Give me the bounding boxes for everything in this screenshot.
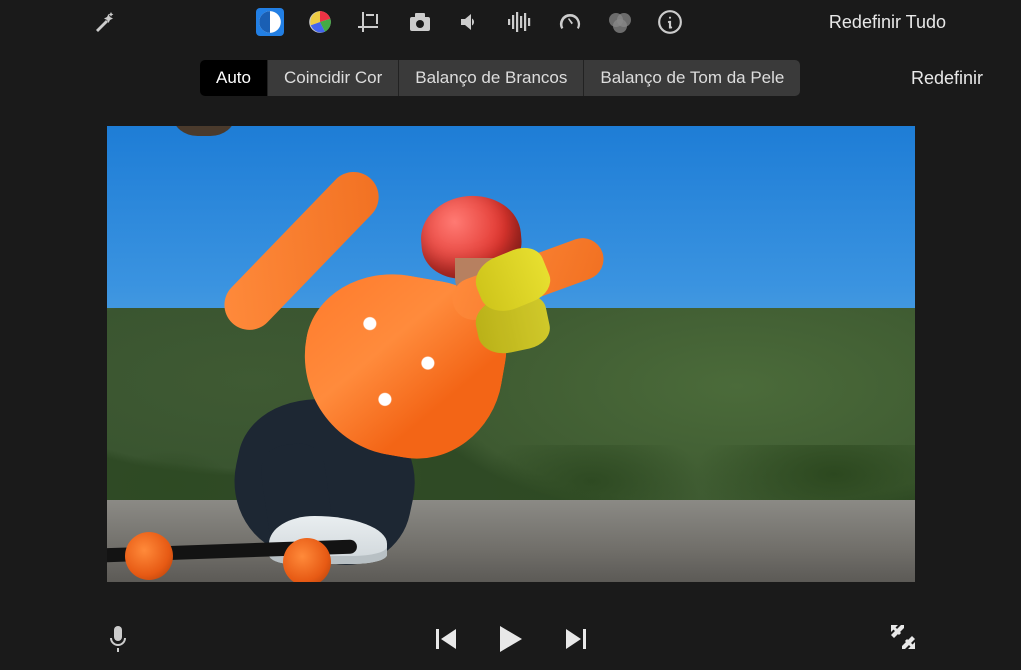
color-correction-icon[interactable] <box>306 8 334 36</box>
color-balance-icon[interactable] <box>256 8 284 36</box>
tool-icons-group <box>256 8 684 36</box>
tab-skin-tone-balance[interactable]: Balanço de Tom da Pele <box>584 60 800 96</box>
tab-auto[interactable]: Auto <box>200 60 268 96</box>
scene-wheel-back <box>283 538 331 582</box>
transport-controls <box>436 624 586 654</box>
fullscreen-icon[interactable] <box>889 623 917 656</box>
volume-icon[interactable] <box>456 8 484 36</box>
scene-ground <box>107 500 915 582</box>
stabilize-icon[interactable] <box>406 8 434 36</box>
crop-icon[interactable] <box>356 8 384 36</box>
preview-container <box>0 126 1021 582</box>
scene-wheel-front <box>125 532 173 580</box>
next-edit-button[interactable] <box>564 627 586 651</box>
tab-match-color[interactable]: Coincidir Cor <box>268 60 399 96</box>
adjustments-toolbar: Redefinir Tudo <box>0 0 1021 44</box>
play-button[interactable] <box>498 624 524 654</box>
info-icon[interactable] <box>656 8 684 36</box>
color-mode-segmented: Auto Coincidir Cor Balanço de Brancos Ba… <box>200 60 800 96</box>
playback-toolbar <box>0 608 1021 670</box>
video-preview[interactable] <box>107 126 915 582</box>
magic-wand-icon[interactable] <box>90 8 118 36</box>
noise-reduction-icon[interactable] <box>506 8 534 36</box>
previous-edit-button[interactable] <box>436 627 458 651</box>
reset-button[interactable]: Redefinir <box>911 68 1021 89</box>
filters-icon[interactable] <box>606 8 634 36</box>
reset-all-button[interactable]: Redefinir Tudo <box>829 12 1001 33</box>
tab-white-balance[interactable]: Balanço de Brancos <box>399 60 584 96</box>
color-mode-toolbar: Auto Coincidir Cor Balanço de Brancos Ba… <box>0 44 1021 100</box>
speed-icon[interactable] <box>556 8 584 36</box>
microphone-icon[interactable] <box>104 625 132 653</box>
